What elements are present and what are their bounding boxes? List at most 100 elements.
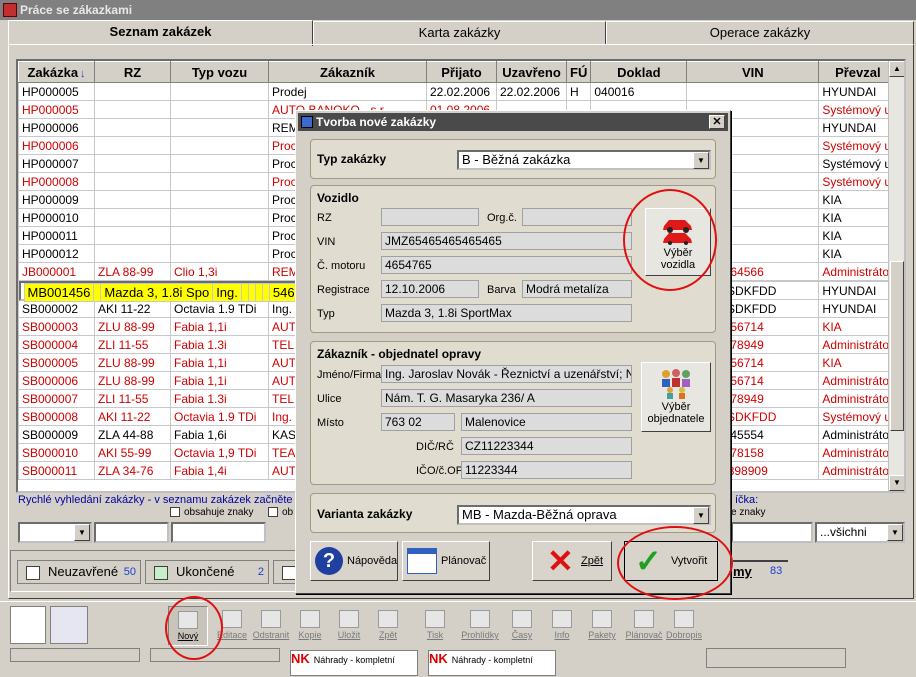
dialog-title-bar: Tvorba nové zakázky ✕ — [298, 113, 728, 131]
column-header[interactable]: Převzal — [818, 61, 898, 83]
column-header[interactable]: Zákazník — [268, 61, 427, 83]
toolbar-button[interactable]: Editace — [212, 606, 252, 646]
toolbar-button[interactable]: Tisk — [415, 606, 455, 646]
toolbar-button[interactable]: Nový — [168, 606, 208, 646]
new-order-dialog: Tvorba nové zakázky ✕ Typ zakázky B - Bě… — [295, 110, 731, 594]
table-cell: KIA — [818, 190, 898, 209]
table-cell: SB000011 — [18, 461, 95, 480]
table-cell — [93, 283, 102, 302]
customer-name-field[interactable]: Ing. Jaroslav Novák - Řeznictví a uzenář… — [381, 365, 632, 383]
table-row[interactable]: HP000005 Prodej 22.02.2006 22.02.2006 H 04001… — [18, 82, 898, 101]
toolbar-button[interactable]: Plánovač — [624, 606, 664, 646]
bottom-panel — [10, 648, 140, 662]
tab-operace-zakazky[interactable]: Operace zakázky — [606, 21, 914, 45]
column-header[interactable]: Uzavřeno — [496, 61, 567, 83]
bottom-card[interactable]: NK Náhrady - kompletní — [290, 650, 418, 676]
filter-typ-vozu[interactable] — [171, 522, 266, 543]
table-cell — [94, 208, 171, 227]
vehicle-vin-field[interactable]: JMZ65465465465465 — [381, 232, 632, 250]
column-header[interactable]: FÚ — [565, 61, 592, 83]
scroll-thumb[interactable] — [890, 261, 904, 431]
checkbox-icon — [170, 507, 180, 518]
legend-ukoncene[interactable]: Ukončené 2 — [145, 560, 269, 584]
variant-select[interactable]: MB - Mazda-Běžná oprava ▼ — [457, 505, 711, 525]
chevron-down-icon[interactable]: ▼ — [693, 507, 709, 524]
scroll-up-icon[interactable]: ▲ — [889, 61, 904, 77]
chevron-down-icon[interactable]: ▼ — [74, 524, 90, 541]
toolbar-button[interactable]: Info — [542, 606, 582, 646]
legend-neuzavrene[interactable]: Neuzavřené 50 — [17, 560, 141, 584]
table-cell — [94, 82, 171, 101]
calculator-icon[interactable] — [50, 606, 88, 644]
toolbar-button[interactable]: Kopie — [290, 606, 330, 646]
column-header[interactable]: Zakázka ↓ — [18, 61, 95, 83]
toolbar-button[interactable]: Uložit — [329, 606, 369, 646]
toolbar-button-label: Prohlídky — [461, 630, 499, 640]
vehicle-color-field[interactable]: Modrá metalíza — [522, 280, 632, 298]
help-button[interactable]: ? Nápověda — [310, 541, 398, 581]
table-cell — [254, 283, 263, 302]
table-cell: Systémový u — [818, 154, 898, 173]
filter-prevzal[interactable]: ...všichni ▼ — [815, 522, 905, 543]
order-type-label: Typ zakázky — [317, 152, 387, 166]
customer-street-field[interactable]: Nám. T. G. Masaryka 236/ A — [381, 389, 632, 407]
toolbar-button-label: Plánovač — [625, 630, 663, 640]
toolbar-button-icon — [300, 610, 320, 628]
table-cell: KIA — [818, 226, 898, 245]
filter-vin[interactable] — [731, 522, 813, 543]
toolbar-button-label: Pakety — [588, 630, 616, 640]
vehicle-type-field[interactable]: Mazda 3, 1.8i SportMax — [381, 304, 632, 322]
toolbar-button-icon — [634, 610, 654, 628]
table-cell: ZLU 88-99 — [94, 353, 171, 372]
filter-zakazka[interactable]: ▼ — [18, 522, 92, 543]
grid-vertical-scrollbar[interactable]: ▲ ▼ — [888, 61, 904, 491]
toolbar-button[interactable]: Odstranit — [251, 606, 291, 646]
customer-city-field[interactable]: Malenovice — [461, 413, 632, 431]
contains-checkbox-1[interactable]: obsahuje znaky — [170, 507, 254, 518]
customer-group: Zákazník - objednatel opravy Jméno/Firma… — [310, 341, 716, 485]
column-header[interactable]: VIN — [686, 61, 820, 83]
toolbar-button[interactable]: Dobropis — [664, 606, 704, 646]
vehicle-motor-field[interactable]: 4654765 — [381, 256, 632, 274]
column-header[interactable]: Doklad — [590, 61, 688, 83]
select-vehicle-button[interactable]: Výběr vozidla — [645, 208, 711, 276]
bottom-strip: NK Náhrady - kompletní NK Náhrady - komple… — [0, 648, 916, 677]
car-icon — [663, 220, 692, 245]
toolbar-button-icon — [339, 610, 359, 628]
contains-checkbox-2[interactable]: ob — [268, 507, 293, 518]
column-header[interactable]: RZ — [94, 61, 171, 83]
column-header[interactable]: Typ vozu — [170, 61, 269, 83]
toolbar-button[interactable]: Zpět — [368, 606, 408, 646]
chevron-down-icon[interactable]: ▼ — [887, 524, 903, 541]
table-cell: Systémový u — [818, 172, 898, 191]
toolbar-button[interactable]: Pakety — [582, 606, 622, 646]
filter-rz[interactable] — [94, 522, 169, 543]
order-type-select[interactable]: B - Běžná zakázka ▼ — [457, 150, 711, 170]
toolbar-button[interactable]: Prohlídky — [460, 606, 500, 646]
vehicle-org-field[interactable] — [522, 208, 632, 226]
table-cell: ZLI 11-55 — [94, 335, 171, 354]
tab-seznam-zakazek[interactable]: Seznam zakázek — [8, 20, 313, 46]
app-icon — [3, 3, 17, 17]
vehicle-rz-field[interactable] — [381, 208, 479, 226]
chevron-down-icon[interactable]: ▼ — [693, 152, 709, 169]
customer-ico-field[interactable]: 11223344 — [461, 461, 632, 479]
planner-button[interactable]: Plánovač — [402, 541, 490, 581]
customer-dic-field[interactable]: CZ11223344 — [461, 437, 632, 455]
scroll-down-icon[interactable]: ▼ — [889, 475, 904, 491]
table-cell: 040016 — [590, 82, 688, 101]
tab-karta-zakazky[interactable]: Karta zakázky — [313, 21, 606, 45]
customer-zip-field[interactable]: 763 02 — [381, 413, 455, 431]
back-button[interactable]: ✕ Zpět — [532, 541, 612, 581]
table-cell: 22.02.2006 — [496, 82, 567, 101]
select-customer-button[interactable]: Výběr objednatele — [641, 362, 711, 432]
people-icon — [662, 369, 690, 399]
table-cell: Fabia 1,1i — [170, 317, 269, 336]
column-header[interactable]: Přijato — [426, 61, 497, 83]
toolbar-button[interactable]: Časy — [502, 606, 542, 646]
vehicle-registration-field[interactable]: 12.10.2006 — [381, 280, 479, 298]
main-toolbar: Nový Editace Odstranit Kopie Uložit Zpět Tisk P… — [0, 601, 916, 647]
close-icon[interactable]: ✕ — [709, 115, 725, 129]
bottom-card[interactable]: NK Náhrady - kompletní — [428, 650, 556, 676]
create-button[interactable]: ✓ Vytvořit — [624, 541, 718, 581]
